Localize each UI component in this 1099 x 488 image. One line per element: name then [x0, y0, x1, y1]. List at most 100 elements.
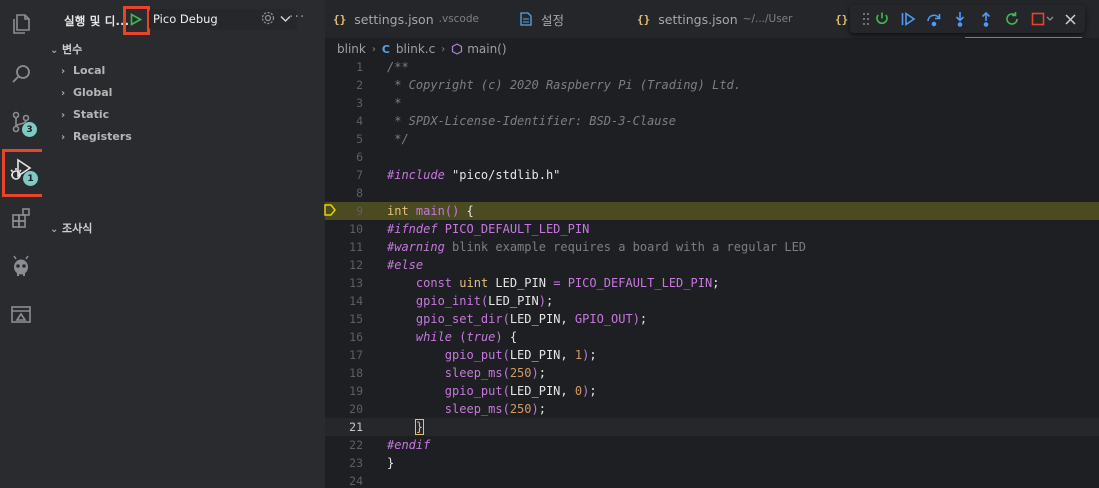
start-button-highlight-box: [123, 6, 150, 35]
code-text: sleep_ms(250);: [444, 366, 546, 380]
step-over-button[interactable]: [924, 9, 944, 29]
watch-section-label: 조사식: [62, 222, 93, 235]
line-number: 2: [356, 78, 363, 92]
code-text: gpio_put(LED_PIN, 0);: [444, 384, 597, 398]
code-line[interactable]: 24: [325, 472, 1099, 488]
line-number: 8: [356, 186, 363, 200]
disconnect-button[interactable]: [872, 9, 892, 29]
stop-options-dropdown[interactable]: [1044, 9, 1056, 29]
tab-settings[interactable]: 설정: [520, 0, 564, 38]
code-line[interactable]: 12 #else: [325, 256, 1099, 274]
files-icon[interactable]: [5, 8, 37, 40]
chevron-right-icon: ›: [371, 43, 376, 55]
alien-icon[interactable]: [5, 250, 37, 282]
breadcrumb-file[interactable]: blink.c: [396, 42, 435, 56]
debug-pointer-icon: [324, 204, 336, 216]
line-number: 11: [349, 240, 363, 254]
tab-label: settings.json: [658, 11, 738, 27]
chevron-right-icon: ›: [441, 43, 446, 55]
debug-toolbar: [850, 5, 1085, 33]
search-icon[interactable]: [5, 58, 37, 90]
source-control-icon[interactable]: 3: [5, 106, 37, 138]
code-text: int main() {: [387, 204, 474, 218]
code-line[interactable]: 9 int main() {: [325, 202, 1099, 220]
code-text: * SPDX-License-Identifier: BSD-3-Clause: [387, 114, 676, 128]
launch-settings-button[interactable]: [260, 10, 278, 28]
sidebar-header: 실행 및 디... Pico Debug ···: [42, 0, 325, 38]
json-icon: {}: [333, 12, 347, 26]
editor-area: {} settings.json .vscode 설정 {} settings.…: [324, 0, 1099, 488]
step-into-button[interactable]: [950, 9, 970, 29]
variables-item-label: Local: [73, 64, 106, 77]
code-text: while (true) {: [415, 330, 518, 344]
line-number: 22: [349, 438, 363, 452]
code-text: #ifndef PICO_DEFAULT_LED_PIN: [387, 222, 590, 236]
tab-settings-json-vscode[interactable]: {} settings.json .vscode: [333, 0, 479, 38]
line-number: 12: [349, 258, 363, 272]
file-icon: [520, 12, 532, 26]
code-line[interactable]: 7 #include "pico/stdlib.h": [325, 166, 1099, 184]
code-line[interactable]: 1 /**: [325, 58, 1099, 76]
tab-underline: [965, 37, 1082, 38]
line-number: 19: [349, 384, 363, 398]
activity-bar: 3 1: [0, 0, 42, 488]
more-actions-button[interactable]: ···: [289, 9, 307, 27]
code-line[interactable]: 8: [325, 184, 1099, 202]
close-toolbar-button[interactable]: [1060, 9, 1080, 29]
variables-item-global[interactable]: › Global: [61, 86, 112, 99]
code-line[interactable]: 11 #warning blink example requires a boar…: [325, 238, 1099, 256]
tab-label: settings.json: [354, 11, 434, 27]
breadcrumb-folder[interactable]: blink: [337, 42, 366, 56]
code-line[interactable]: 10 #ifndef PICO_DEFAULT_LED_PIN: [325, 220, 1099, 238]
variables-item-registers[interactable]: › Registers: [61, 130, 132, 143]
code-line[interactable]: 16 while (true) {: [325, 328, 1099, 346]
variables-section-header[interactable]: ⌄ 변수: [50, 41, 82, 57]
code-line[interactable]: 18 sleep_ms(250);: [325, 364, 1099, 382]
step-out-icon: [981, 11, 991, 27]
code-line[interactable]: 15 gpio_set_dir(LED_PIN, GPIO_OUT);: [325, 310, 1099, 328]
code-text: *: [387, 96, 402, 110]
code-line[interactable]: 19 gpio_put(LED_PIN, 0);: [325, 382, 1099, 400]
source-control-badge: 3: [22, 122, 37, 137]
code-line[interactable]: 3 *: [325, 94, 1099, 112]
stop-icon: [1031, 12, 1045, 26]
restart-button[interactable]: [1002, 9, 1022, 29]
line-number: 5: [356, 132, 363, 146]
code-line[interactable]: 21 }: [325, 418, 1099, 436]
watch-section-header[interactable]: ⌄ 조사식: [50, 220, 92, 236]
continue-button[interactable]: [898, 9, 918, 29]
code-text: #else: [387, 258, 424, 272]
code-text: #warning blink example requires a board …: [387, 240, 807, 254]
code-line[interactable]: 17 gpio_put(LED_PIN, 1);: [325, 346, 1099, 364]
line-number: 4: [356, 114, 363, 128]
line-number: 18: [349, 366, 363, 380]
chevron-right-icon: ›: [61, 110, 66, 121]
line-number: 16: [349, 330, 363, 344]
extensions-icon[interactable]: [5, 202, 37, 234]
tab-settings-json-user[interactable]: {} settings.json ~/.../User: [637, 0, 792, 38]
remote-explorer-icon[interactable]: [5, 298, 37, 330]
chevron-down-icon: ⌄: [50, 45, 59, 56]
code-line[interactable]: 23}: [325, 454, 1099, 472]
step-out-button[interactable]: [976, 9, 996, 29]
code-line[interactable]: 5 */: [325, 130, 1099, 148]
chevron-right-icon: ›: [61, 66, 66, 77]
code-text: #include "pico/stdlib.h": [387, 168, 561, 182]
code-line[interactable]: 20 sleep_ms(250);: [325, 400, 1099, 418]
code-line[interactable]: 22 #endif: [325, 436, 1099, 454]
debug-highlight-box: [2, 149, 46, 197]
json-icon: {}: [637, 12, 651, 26]
code-line[interactable]: 2 * Copyright (c) 2020 Raspberry Pi (Tra…: [325, 76, 1099, 94]
code-text: gpio_init(LED_PIN);: [415, 294, 554, 308]
variables-item-local[interactable]: › Local: [61, 64, 105, 77]
variables-item-static[interactable]: › Static: [61, 108, 109, 121]
code-text: gpio_put(LED_PIN, 1);: [444, 348, 597, 362]
code-line[interactable]: 6: [325, 148, 1099, 166]
line-number: 14: [349, 294, 363, 308]
code-line[interactable]: 14 gpio_init(LED_PIN);: [325, 292, 1099, 310]
breadcrumb-symbol[interactable]: main(): [467, 42, 506, 56]
variables-item-label: Global: [73, 86, 113, 99]
code-line[interactable]: 4 * SPDX-License-Identifier: BSD-3-Claus…: [325, 112, 1099, 130]
code-text: }: [414, 419, 425, 435]
code-line[interactable]: 13 const uint LED_PIN = PICO_DEFAULT_LED…: [325, 274, 1099, 292]
